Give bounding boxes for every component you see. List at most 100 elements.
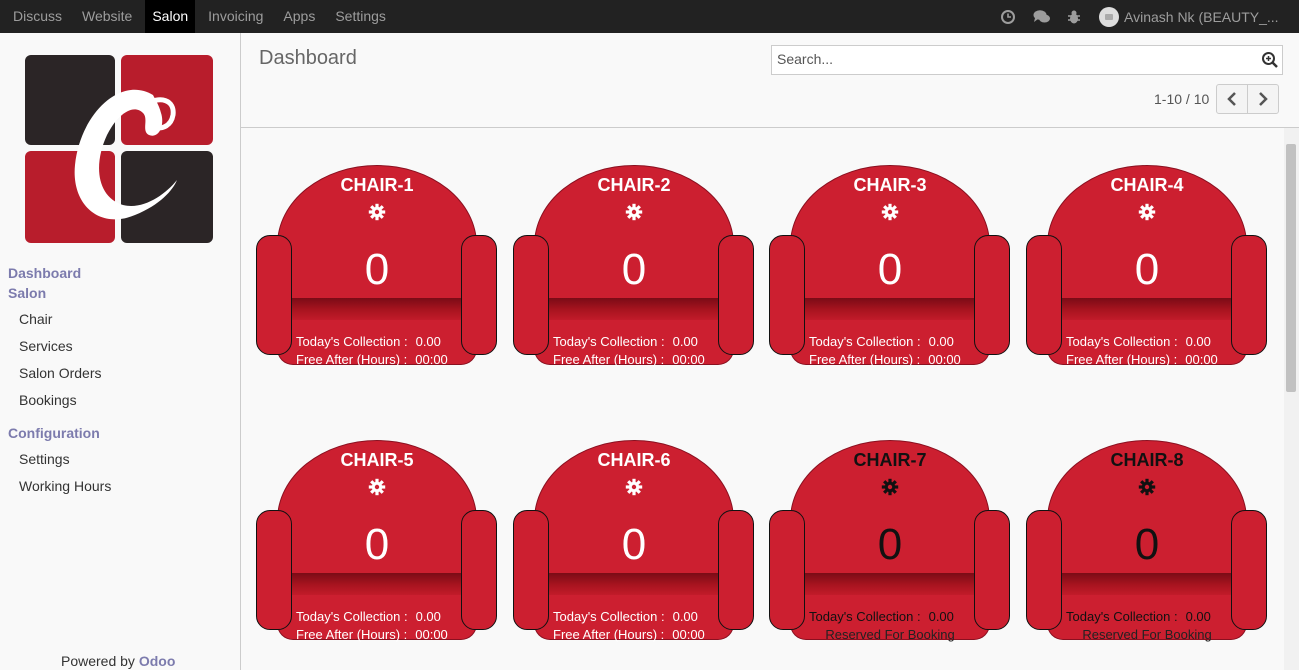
sidebar-item-bookings[interactable]: Bookings (19, 392, 77, 408)
chair-seat (292, 298, 462, 320)
clock-icon[interactable] (1000, 9, 1016, 25)
chat-icon[interactable] (1033, 9, 1050, 25)
chair-card-4[interactable]: CHAIR-4 0 Today's Collection : 0.00 Free Aft… (1026, 165, 1268, 383)
free-after-label: Free After (Hours) : (553, 627, 665, 642)
collection-value: 0.00 (928, 334, 954, 349)
collection-label: Today's Collection : (553, 609, 665, 624)
odoo-link[interactable]: Odoo (139, 653, 176, 669)
control-panel: Dashboard 1-10 / 10 (241, 33, 1299, 128)
collection-value: 0.00 (672, 609, 698, 624)
gear-icon[interactable] (368, 478, 386, 496)
gear-icon[interactable] (368, 203, 386, 221)
sidebar-item-salon-orders[interactable]: Salon Orders (19, 365, 101, 381)
collection-label: Today's Collection : (809, 609, 921, 624)
gear-icon[interactable] (1138, 203, 1156, 221)
menu-website[interactable]: Website (75, 0, 139, 33)
bug-icon[interactable] (1066, 9, 1082, 25)
free-after-value: 00:00 (415, 627, 448, 642)
chair-count: 0 (621, 245, 647, 294)
menu-apps[interactable]: Apps (276, 0, 322, 33)
chair-count: 0 (621, 520, 647, 569)
sidebar-item-working-hours[interactable]: Working Hours (19, 478, 111, 494)
chair-seat (549, 573, 719, 595)
chair-count: 0 (877, 520, 903, 569)
todays-collection: Today's Collection : 0.00 (809, 334, 954, 349)
todays-collection: Today's Collection : 0.00 (553, 334, 698, 349)
free-after-value: 00:00 (1185, 352, 1218, 367)
avatar (1099, 6, 1119, 27)
search-icon[interactable] (1261, 51, 1279, 74)
sidebar-salon-heading: Salon (8, 285, 47, 301)
collection-value: 0.00 (928, 609, 954, 624)
todays-collection: Today's Collection : 0.00 (553, 609, 698, 624)
gear-icon[interactable] (881, 478, 899, 496)
chair-count: 0 (364, 520, 390, 569)
todays-collection: Today's Collection : 0.00 (1066, 334, 1211, 349)
chair-seat (805, 298, 975, 320)
chair-count: 0 (877, 245, 903, 294)
chair-seat (1062, 298, 1232, 320)
gear-icon[interactable] (1138, 478, 1156, 496)
free-after-label: Free After (Hours) : (296, 627, 408, 642)
menu-salon[interactable]: Salon (145, 0, 196, 33)
chair-name: CHAIR-6 (597, 450, 671, 470)
gear-icon[interactable] (625, 203, 643, 221)
sidebar-dashboard[interactable]: Dashboard (8, 265, 81, 281)
powered-by: Powered by Odoo (61, 653, 175, 669)
free-after-label: Free After (Hours) : (553, 352, 665, 367)
free-after: Free After (Hours) : 00:00 (296, 352, 448, 367)
menu-discuss[interactable]: Discuss (6, 0, 69, 33)
collection-value: 0.00 (1185, 334, 1211, 349)
chair-card-6[interactable]: CHAIR-6 0 Today's Collection : 0.00 Free Aft… (513, 440, 755, 658)
chair-name: CHAIR-7 (853, 450, 927, 470)
chair-name: CHAIR-1 (340, 175, 414, 195)
todays-collection: Today's Collection : 0.00 (296, 609, 441, 624)
free-after-label: Free After (Hours) : (1066, 352, 1178, 367)
free-after: Free After (Hours) : 00:00 (1066, 352, 1218, 367)
sidebar-item-settings[interactable]: Settings (19, 451, 70, 467)
collection-value: 0.00 (672, 334, 698, 349)
menu-invoicing[interactable]: Invoicing (201, 0, 270, 33)
todays-collection: Today's Collection : 0.00 (296, 334, 441, 349)
chair-card-3[interactable]: CHAIR-3 0 Today's Collection : 0.00 Free Aft… (769, 165, 1011, 383)
chevron-left-icon (1227, 92, 1236, 106)
sidebar-item-services[interactable]: Services (19, 338, 73, 354)
chair-seat (1062, 573, 1232, 595)
dashboard-content: CHAIR-1 0 Today's Collection : 0.00 Free Aft… (241, 128, 1299, 670)
top-navbar: Discuss Website Salon Invoicing Apps Set… (0, 0, 1299, 33)
chair-card-2[interactable]: CHAIR-2 0 Today's Collection : 0.00 Free Aft… (513, 165, 755, 383)
search-box (771, 45, 1283, 75)
pager-value[interactable]: 1-10 / 10 (1154, 91, 1209, 107)
chair-name: CHAIR-2 (597, 175, 671, 195)
free-after: Free After (Hours) : 00:00 (553, 627, 705, 642)
free-after-value: 00:00 (672, 352, 705, 367)
gear-icon[interactable] (881, 203, 899, 221)
chair-card-8[interactable]: CHAIR-8 0 Today's Collection : 0.00 Reserved… (1026, 440, 1268, 658)
collection-label: Today's Collection : (296, 609, 408, 624)
free-after: Free After (Hours) : 00:00 (296, 627, 448, 642)
collection-label: Today's Collection : (1066, 609, 1178, 624)
collection-label: Today's Collection : (296, 334, 408, 349)
search-input[interactable] (772, 46, 1247, 72)
collection-value: 0.00 (415, 334, 441, 349)
vertical-scrollbar[interactable] (1284, 128, 1299, 670)
user-menu[interactable]: Avinash Nk (BEAUTY_... (1099, 6, 1289, 27)
free-after-value: 00:00 (415, 352, 448, 367)
free-after: Free After (Hours) : 00:00 (553, 352, 705, 367)
systray: Avinash Nk (BEAUTY_... (1000, 0, 1299, 33)
gear-icon[interactable] (625, 478, 643, 496)
chair-card-7[interactable]: CHAIR-7 0 Today's Collection : 0.00 Reserved… (769, 440, 1011, 658)
chair-card-1[interactable]: CHAIR-1 0 Today's Collection : 0.00 Free Aft… (256, 165, 498, 383)
company-logo (25, 55, 213, 243)
pager-next-button[interactable] (1247, 84, 1279, 114)
collection-label: Today's Collection : (1066, 334, 1178, 349)
chair-status: Reserved For Booking (1082, 627, 1212, 642)
pager-previous-button[interactable] (1216, 84, 1248, 114)
chair-name: CHAIR-3 (853, 175, 927, 195)
menu-settings[interactable]: Settings (328, 0, 393, 33)
chair-card-5[interactable]: CHAIR-5 0 Today's Collection : 0.00 Free Aft… (256, 440, 498, 658)
chair-count: 0 (1134, 245, 1160, 294)
app-menu: Discuss Website Salon Invoicing Apps Set… (0, 0, 393, 33)
free-after: Free After (Hours) : 00:00 (809, 352, 961, 367)
sidebar-item-chair[interactable]: Chair (19, 311, 52, 327)
